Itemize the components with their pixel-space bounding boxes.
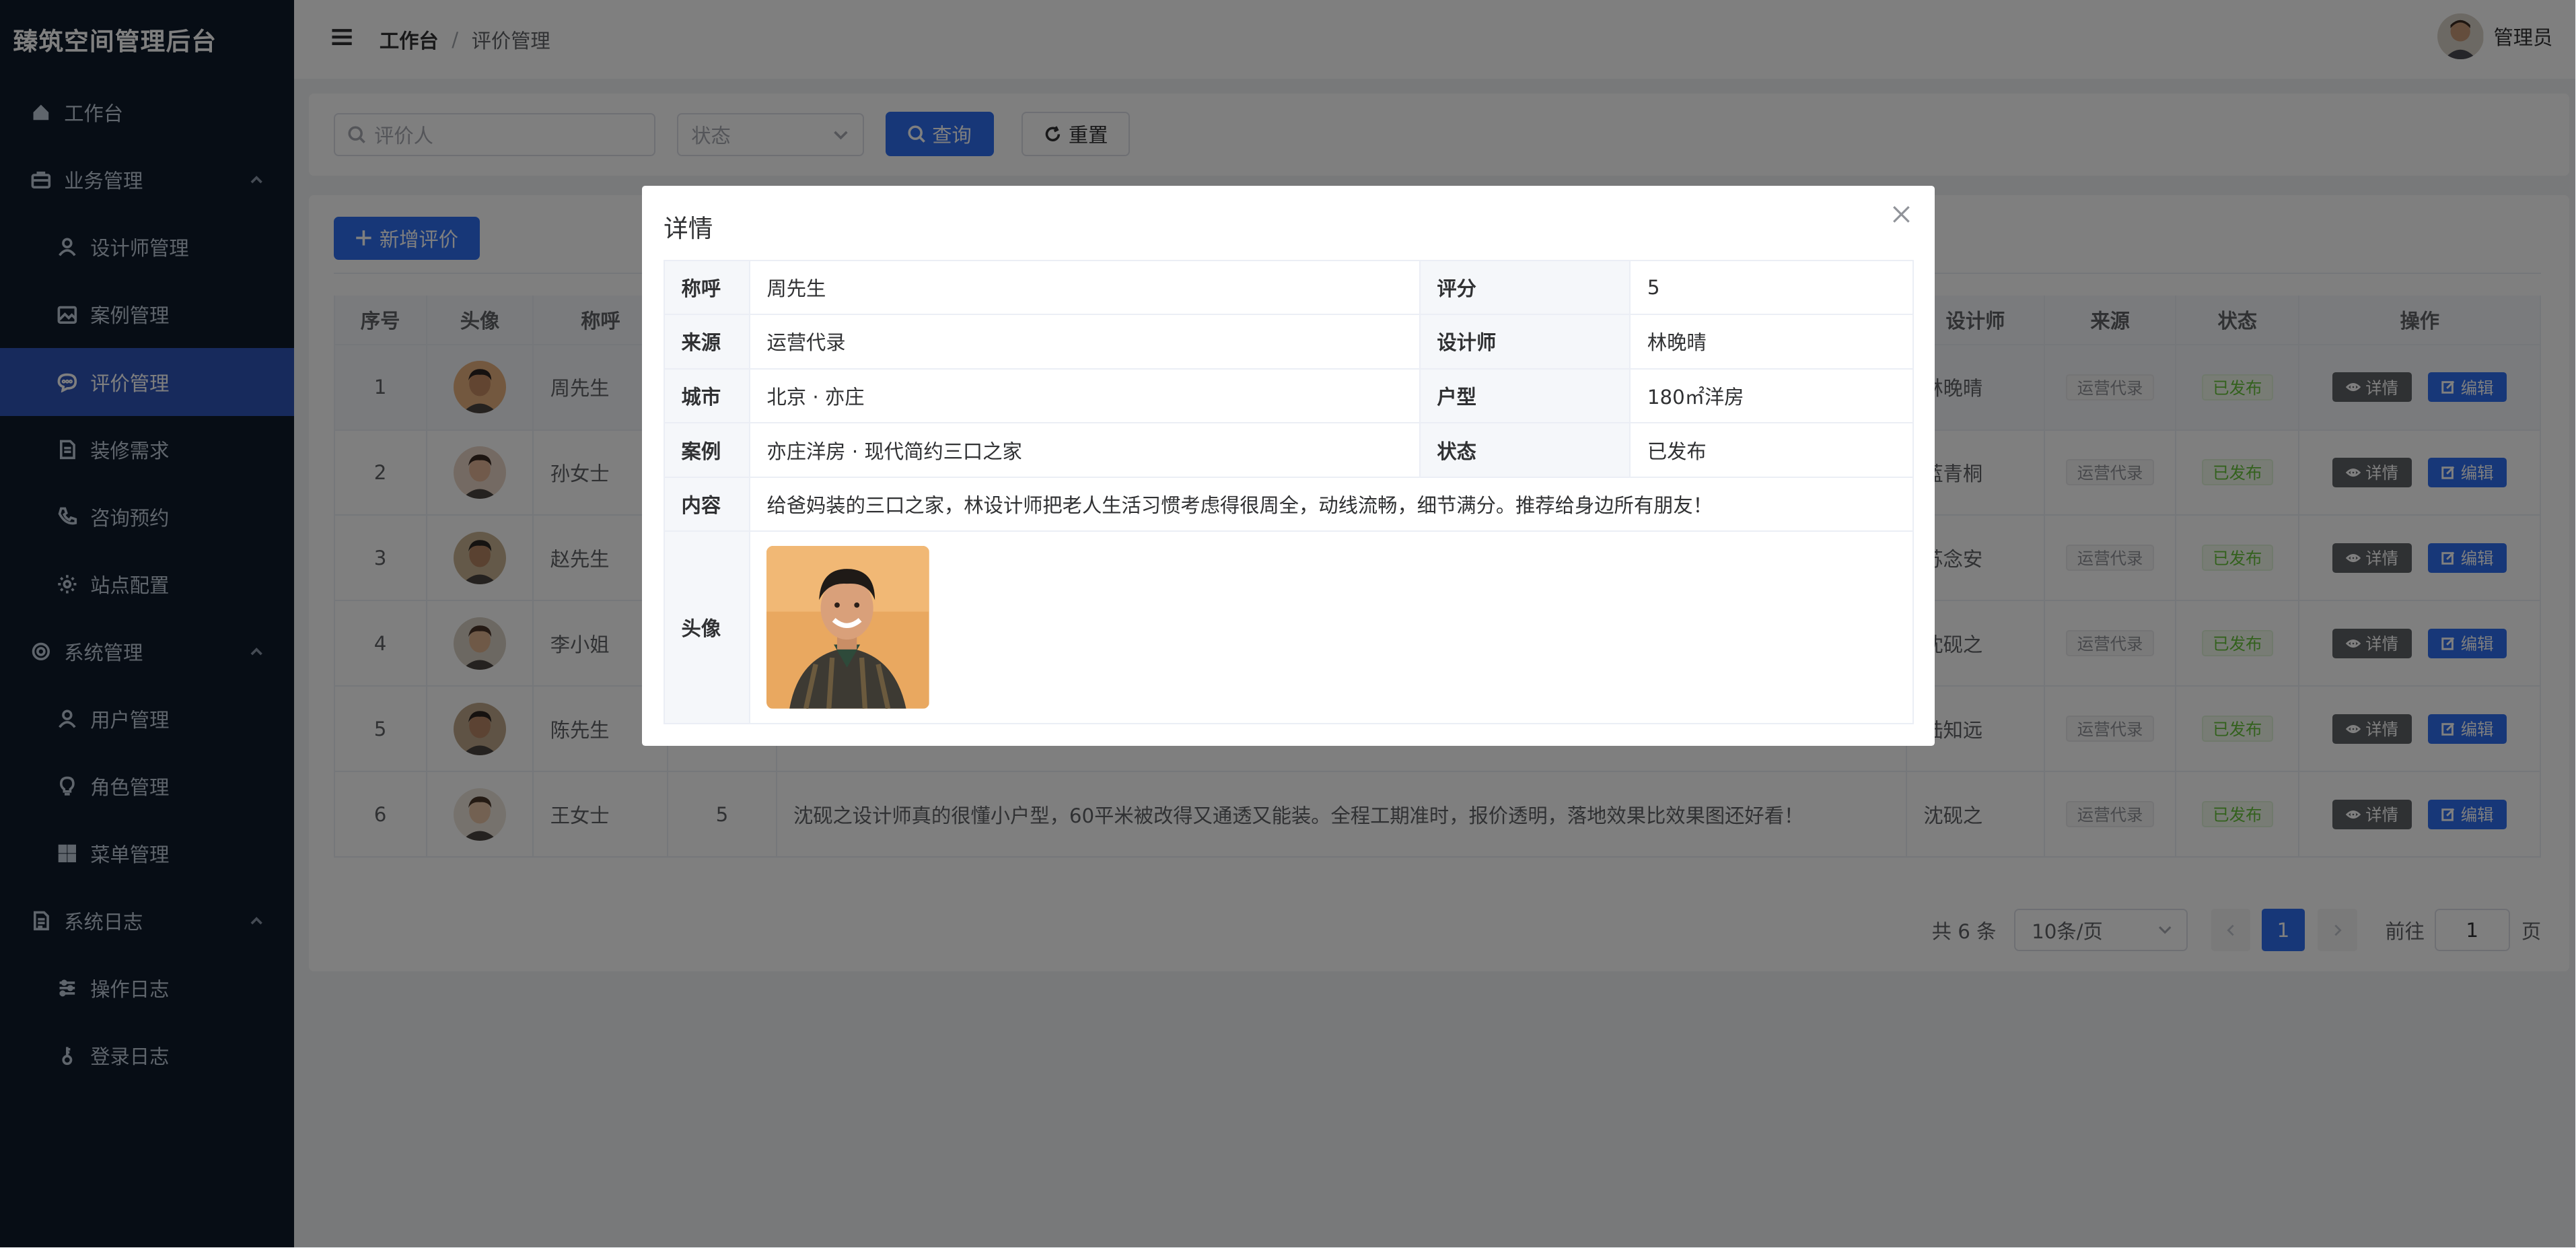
dialog-title: 详情 (664, 214, 713, 243)
field-value-source: 运营代录 (749, 314, 1421, 370)
field-label-score: 评分 (1419, 259, 1631, 316)
field-value-city: 北京 · 亦庄 (749, 368, 1421, 424)
detail-descriptions: 称呼 周先生 评分 5 来源 运营代录 设计师 林晚晴 城市 北京 · 亦庄 户… (664, 259, 1914, 724)
field-label-avatar: 头像 (664, 530, 751, 724)
field-label-name: 称呼 (664, 259, 751, 316)
field-label-city: 城市 (664, 368, 751, 424)
close-icon[interactable] (1892, 205, 1912, 225)
field-value-content: 给爸妈装的三口之家，林设计师把老人生活习惯考虑得很周全，动线流畅，细节满分。推荐… (749, 476, 1914, 532)
field-label-layout: 户型 (1419, 368, 1631, 424)
field-value-score: 5 (1629, 259, 1914, 316)
field-label-status: 状态 (1419, 422, 1631, 478)
field-value-designer: 林晚晴 (1629, 314, 1914, 370)
avatar-photo (766, 546, 930, 709)
field-value-layout: 180㎡洋房 (1629, 368, 1914, 424)
field-label-designer: 设计师 (1419, 314, 1631, 370)
field-label-case: 案例 (664, 422, 751, 478)
detail-dialog: 详情 称呼 周先生 评分 5 来源 运营代录 设计师 林晚晴 城市 北京 · 亦… (642, 185, 1935, 747)
field-value-case: 亦庄洋房 · 现代简约三口之家 (749, 422, 1421, 478)
field-value-name: 周先生 (749, 259, 1421, 316)
field-label-source: 来源 (664, 314, 751, 370)
field-value-avatar (749, 530, 1914, 724)
field-label-content: 内容 (664, 476, 751, 532)
field-value-status: 已发布 (1629, 422, 1914, 478)
